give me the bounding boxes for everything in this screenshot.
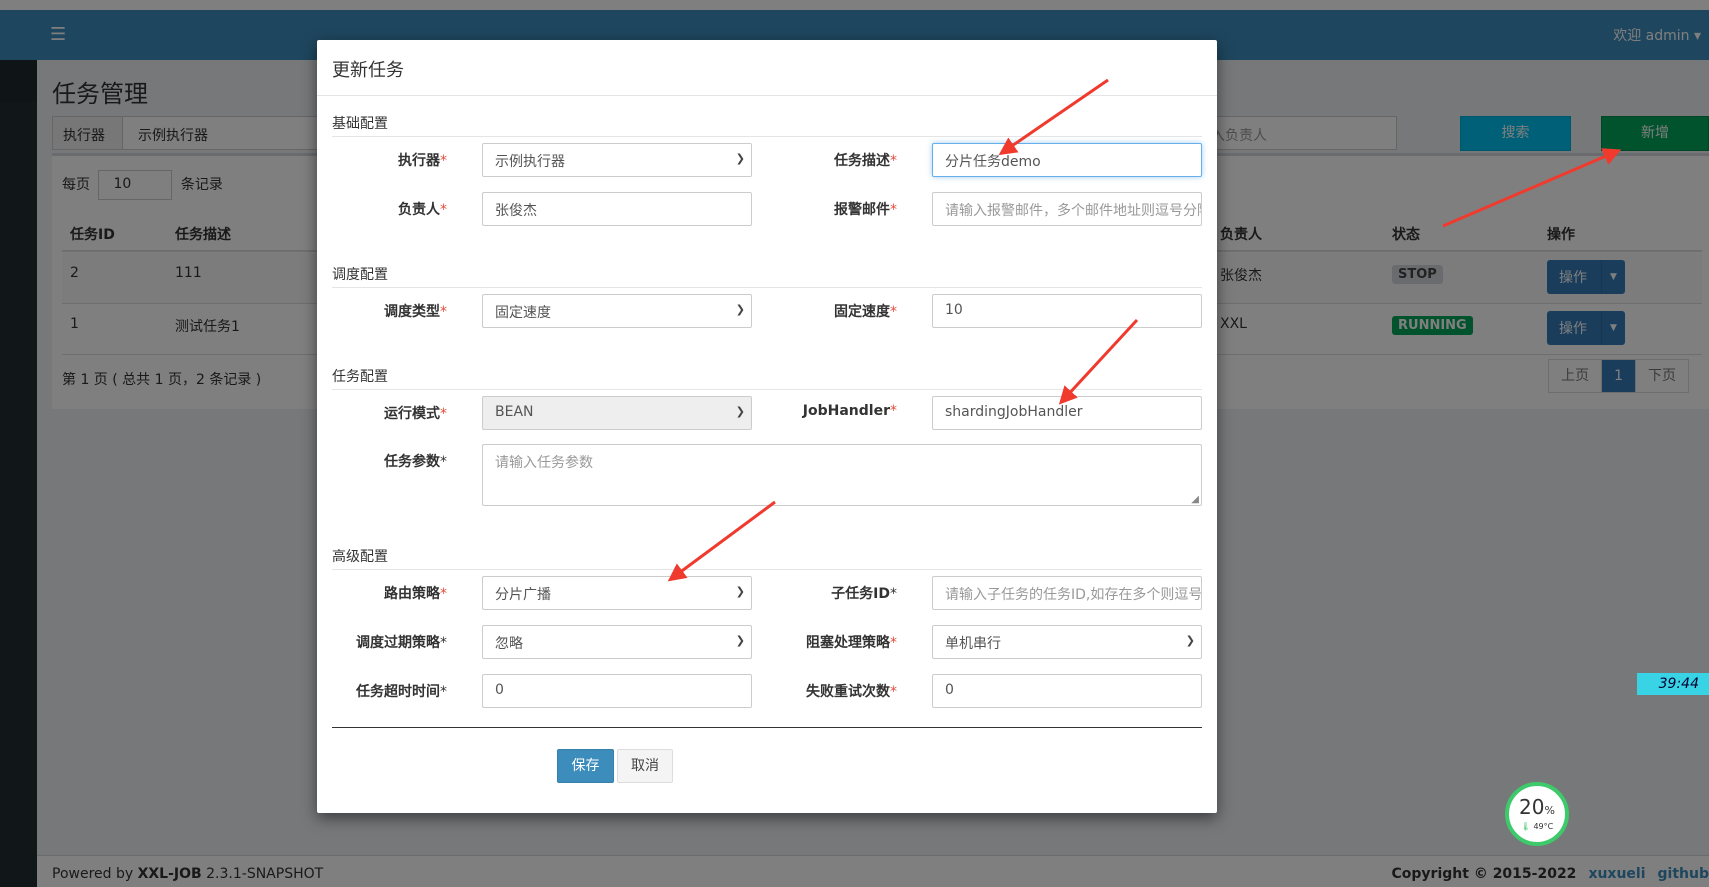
required-mark: *: [440, 406, 447, 422]
section-advanced: 高级配置: [332, 546, 1202, 570]
author-label-text: 负责人: [398, 202, 440, 218]
fix-rate-label-text: 固定速度: [834, 304, 890, 320]
route-strategy-label-text: 路由策略: [384, 586, 440, 602]
author-label: 负责人*: [317, 199, 447, 219]
modal-footer-divider: [332, 727, 1202, 728]
required-mark: *: [890, 684, 897, 700]
cpu-percent: 20: [1519, 795, 1545, 819]
temperature: 49°C: [1533, 822, 1554, 831]
schedule-type-select[interactable]: 固定速度 ❯: [482, 294, 752, 328]
required-mark: *: [440, 153, 447, 169]
save-button[interactable]: 保存: [557, 749, 614, 783]
fail-retry-label: 失败重试次数*: [767, 681, 897, 701]
author-input[interactable]: 张俊杰: [482, 192, 752, 226]
required-mark: *: [440, 635, 447, 651]
modal-title: 更新任务: [332, 60, 404, 81]
child-job-id-label: 子任务ID*: [767, 583, 897, 603]
schedule-type-value: 固定速度: [495, 305, 551, 321]
executor-select[interactable]: 示例执行器 ❯: [482, 143, 752, 177]
section-basic: 基础配置: [332, 113, 1202, 137]
required-mark: *: [440, 586, 447, 602]
required-mark: *: [890, 304, 897, 320]
run-mode-label-text: 运行模式: [384, 406, 440, 422]
job-handler-label-text: JobHandler: [802, 403, 890, 419]
misfire-strategy-label: 调度过期策略*: [317, 632, 447, 652]
run-mode-value: BEAN: [495, 404, 534, 420]
required-mark: *: [890, 153, 897, 169]
chevron-down-icon: ❯: [735, 634, 745, 647]
cancel-button[interactable]: 取消: [617, 749, 673, 783]
block-strategy-label: 阻塞处理策略*: [767, 632, 897, 652]
fix-rate-input[interactable]: 10: [932, 294, 1202, 328]
cpu-monitor-widget[interactable]: 20% 🌡 49°C: [1505, 782, 1569, 846]
timeout-input[interactable]: 0: [482, 674, 752, 708]
job-desc-label: 任务描述*: [767, 150, 897, 170]
section-schedule: 调度配置: [332, 264, 1202, 288]
route-strategy-label: 路由策略*: [317, 583, 447, 603]
schedule-type-label-text: 调度类型: [384, 304, 440, 320]
alarm-email-input[interactable]: 请输入报警邮件，多个邮件地址则逗号分隔: [932, 192, 1202, 226]
alarm-email-label-text: 报警邮件: [834, 202, 890, 218]
block-strategy-label-text: 阻塞处理策略: [806, 635, 890, 651]
required-mark: *: [440, 202, 447, 218]
child-job-id-label-text: 子任务ID: [831, 586, 890, 602]
section-task: 任务配置: [332, 366, 1202, 390]
job-param-textarea[interactable]: 请输入任务参数 ◢: [482, 444, 1202, 506]
required-mark: *: [890, 635, 897, 651]
required-mark: *: [890, 202, 897, 218]
block-strategy-value: 单机串行: [945, 636, 1001, 652]
executor-value: 示例执行器: [495, 154, 565, 170]
thermometer-icon: 🌡: [1520, 822, 1531, 831]
alarm-email-label: 报警邮件*: [767, 199, 897, 219]
chevron-down-icon: ❯: [735, 303, 745, 316]
job-handler-label: JobHandler*: [767, 403, 897, 419]
child-job-id-input[interactable]: 请输入子任务的任务ID,如存在多个则逗号分隔: [932, 576, 1202, 610]
update-job-modal: 更新任务 基础配置 执行器* 示例执行器 ❯ 任务描述* 分片任务demo 负责人…: [317, 40, 1217, 813]
misfire-strategy-label-text: 调度过期策略: [356, 635, 440, 651]
cpu-unit: %: [1544, 804, 1555, 817]
required-mark: *: [440, 304, 447, 320]
timeout-label: 任务超时时间*: [317, 681, 447, 701]
block-strategy-select[interactable]: 单机串行 ❯: [932, 625, 1202, 659]
executor-label: 执行器*: [317, 150, 447, 170]
timer-widget[interactable]: 39:44: [1637, 673, 1709, 695]
job-desc-label-text: 任务描述: [834, 153, 890, 169]
fail-retry-label-text: 失败重试次数: [806, 684, 890, 700]
job-handler-input[interactable]: shardingJobHandler: [932, 396, 1202, 430]
job-param-label: 任务参数*: [317, 451, 447, 471]
modal-header-divider: [317, 95, 1217, 96]
chevron-down-icon: ❯: [735, 405, 745, 418]
route-strategy-value: 分片广播: [495, 587, 551, 603]
executor-label-text: 执行器: [398, 153, 440, 169]
job-param-label-text: 任务参数: [384, 454, 440, 470]
required-mark: *: [440, 684, 447, 700]
misfire-strategy-select[interactable]: 忽略 ❯: [482, 625, 752, 659]
resize-grip-icon[interactable]: ◢: [1191, 494, 1199, 505]
schedule-type-label: 调度类型*: [317, 301, 447, 321]
required-mark: *: [890, 403, 897, 419]
chevron-down-icon: ❯: [1185, 634, 1195, 647]
required-mark: *: [440, 454, 447, 470]
run-mode-label: 运行模式*: [317, 403, 447, 423]
job-desc-input[interactable]: 分片任务demo: [932, 143, 1202, 177]
route-strategy-select[interactable]: 分片广播 ❯: [482, 576, 752, 610]
chevron-down-icon: ❯: [735, 585, 745, 598]
required-mark: *: [890, 586, 897, 602]
chevron-down-icon: ❯: [735, 152, 745, 165]
fix-rate-label: 固定速度*: [767, 301, 897, 321]
run-mode-select[interactable]: BEAN ❯: [482, 396, 752, 430]
misfire-strategy-value: 忽略: [495, 636, 523, 652]
timeout-label-text: 任务超时时间: [356, 684, 440, 700]
job-param-placeholder: 请输入任务参数: [495, 455, 593, 471]
fail-retry-input[interactable]: 0: [932, 674, 1202, 708]
